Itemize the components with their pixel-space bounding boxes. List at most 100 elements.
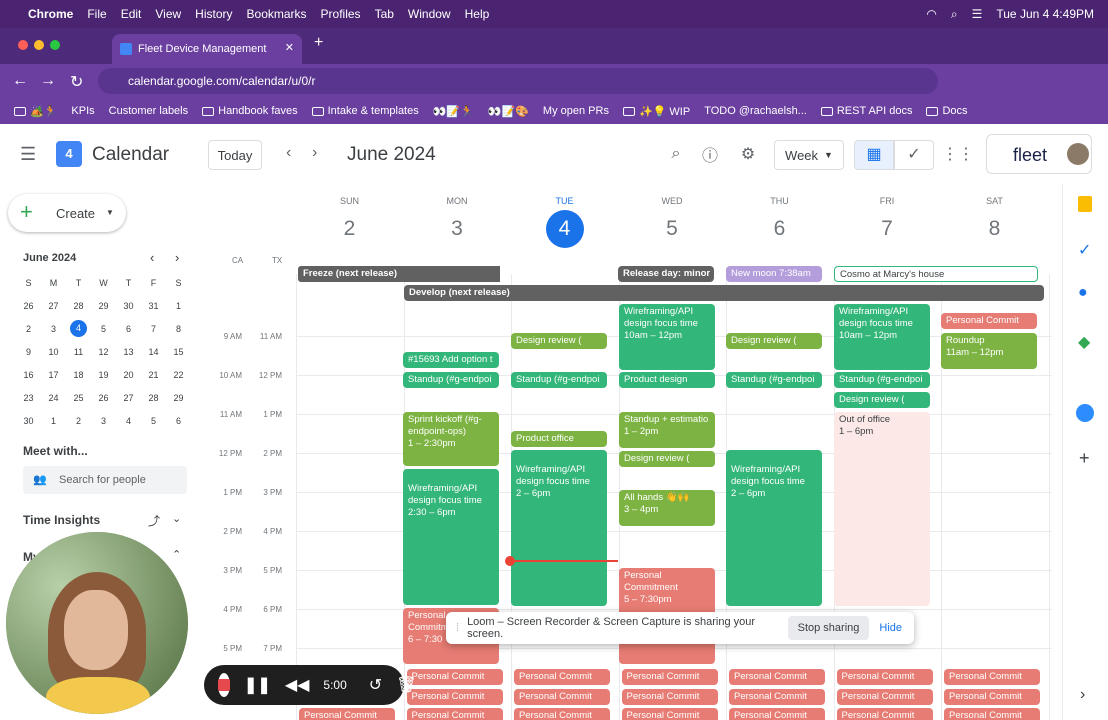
mini-day[interactable]: 7 <box>141 324 166 334</box>
mini-day[interactable]: 23 <box>16 393 41 403</box>
main-menu-icon[interactable]: ☰ <box>20 144 36 165</box>
event[interactable]: Personal Commit <box>514 689 610 705</box>
add-addon-icon[interactable]: + <box>1079 448 1090 469</box>
bookmark-item[interactable]: TODO @rachaelsh... <box>704 105 807 117</box>
window-minimize-button[interactable] <box>34 40 44 50</box>
view-select[interactable]: Week ▼ <box>774 140 844 170</box>
mini-day[interactable]: 15 <box>166 347 191 357</box>
event[interactable]: Design review ( <box>619 451 715 467</box>
keep-icon[interactable] <box>1078 196 1092 212</box>
day-header[interactable]: SUN 2 <box>296 184 403 248</box>
tab-close-icon[interactable]: ✕ <box>285 41 294 54</box>
allday-moon[interactable]: New moon 7:38am <box>726 266 822 282</box>
bookmark-item[interactable]: Intake & templates <box>311 105 419 117</box>
bookmark-item[interactable]: 🏕️🏃 <box>14 105 57 118</box>
day-header[interactable]: SAT 8 <box>941 184 1048 248</box>
bookmark-item[interactable]: Docs <box>926 105 968 117</box>
event[interactable]: Wireframing/API design focus time 2 – 6pm <box>726 450 822 606</box>
day-number[interactable]: 7 <box>868 210 906 248</box>
event[interactable]: Design review ( <box>726 333 822 349</box>
mini-day[interactable]: 6 <box>166 416 191 426</box>
mini-day[interactable]: 3 <box>41 324 66 334</box>
mini-day[interactable]: 25 <box>66 393 91 403</box>
tasks-icon[interactable]: ✓ <box>1078 240 1091 260</box>
bookmark-item[interactable]: REST API docs <box>820 105 912 117</box>
chevron-down-icon[interactable]: ⌄ <box>172 512 181 525</box>
menubar-datetime[interactable]: Tue Jun 4 4:49PM <box>996 7 1094 21</box>
new-tab-button[interactable]: + <box>314 34 323 52</box>
event[interactable]: Wireframing/API design focus time 10am – … <box>619 304 715 370</box>
day-number[interactable]: 2 <box>331 210 369 248</box>
mini-day[interactable]: 12 <box>91 347 116 357</box>
mini-day[interactable]: 5 <box>91 324 116 334</box>
trash-icon[interactable]: 🗑 <box>396 675 416 695</box>
mini-day[interactable]: 4 <box>70 320 87 337</box>
menu-tab[interactable]: Tab <box>375 7 394 21</box>
mini-day[interactable]: 17 <box>41 370 66 380</box>
menu-help[interactable]: Help <box>465 7 490 21</box>
mini-day[interactable]: 3 <box>91 416 116 426</box>
day-header[interactable]: TUE 4 <box>511 184 618 248</box>
bookmark-item[interactable]: ✨💡 WIP <box>622 105 690 118</box>
time-insights-heading[interactable]: Time Insights <box>23 513 100 527</box>
event[interactable]: Sprint kickoff (#g-endpoint-ops) 1 – 2:30… <box>403 412 499 466</box>
event[interactable]: Personal Commit <box>621 708 718 720</box>
mini-day[interactable]: 10 <box>41 347 66 357</box>
mini-day[interactable]: 27 <box>41 301 66 311</box>
event[interactable]: Personal Commit <box>836 689 933 705</box>
control-center-icon[interactable]: ☰ <box>972 7 983 21</box>
event[interactable]: All hands 👋🙌 3 – 4pm <box>619 490 715 526</box>
mini-day[interactable]: 13 <box>116 347 141 357</box>
mini-day[interactable]: 4 <box>116 416 141 426</box>
bookmark-item[interactable]: KPIs <box>71 105 94 117</box>
event[interactable]: Product office <box>511 431 607 447</box>
event[interactable]: Personal Commit <box>621 689 718 705</box>
mini-day[interactable]: 28 <box>141 393 166 403</box>
mini-day[interactable]: 28 <box>66 301 91 311</box>
mini-day[interactable]: 1 <box>166 301 191 311</box>
menu-history[interactable]: History <box>195 7 232 21</box>
mini-day[interactable]: 31 <box>141 301 166 311</box>
allday-develop[interactable]: Develop (next release) <box>404 285 1044 301</box>
event[interactable]: Standup + estimatio 1 – 2pm <box>619 412 715 448</box>
day-number[interactable]: 5 <box>653 210 691 248</box>
event[interactable]: Personal Commit <box>944 708 1040 720</box>
create-button[interactable]: + Create ▼ <box>8 194 126 232</box>
event[interactable]: Product design <box>619 372 715 388</box>
menu-bookmarks[interactable]: Bookmarks <box>247 7 307 21</box>
event[interactable]: Standup (#g-endpoi <box>403 372 499 388</box>
brand-box[interactable]: fleet <box>986 134 1092 174</box>
search-icon[interactable]: ⌕ <box>951 7 958 22</box>
event[interactable]: Personal Commit <box>406 669 503 685</box>
mini-day[interactable]: 1 <box>41 416 66 426</box>
rewind-icon[interactable]: ◀◀ <box>285 675 310 695</box>
hide-button[interactable]: Hide <box>879 622 902 634</box>
bookmark-item[interactable]: 👀📝🏃 <box>433 105 474 118</box>
event[interactable]: Personal Commit <box>514 669 610 685</box>
tab-active[interactable]: Fleet Device Management ✕ <box>112 34 302 64</box>
event[interactable]: Personal Commit <box>941 313 1037 329</box>
day-number[interactable]: 6 <box>761 210 799 248</box>
avatar[interactable] <box>1067 143 1089 165</box>
event[interactable]: Standup (#g-endpoi <box>834 372 930 388</box>
restart-icon[interactable]: ↺ <box>369 675 382 695</box>
bookmark-item[interactable]: 👀📝🎨 <box>488 105 529 118</box>
apps-grid-icon[interactable]: ⋮⋮ <box>942 140 974 168</box>
drag-handle-icon[interactable]: ⁞ <box>456 622 459 634</box>
mini-day[interactable]: 9 <box>16 347 41 357</box>
event[interactable]: Wireframing/API design focus time 10am – … <box>834 304 930 370</box>
calendar-view-toggle[interactable]: ▦ <box>854 140 894 170</box>
mini-day[interactable]: 16 <box>16 370 41 380</box>
maps-icon[interactable]: ◆ <box>1078 332 1090 352</box>
event[interactable]: Out of office 1 – 6pm <box>834 412 930 606</box>
menu-app-name[interactable]: Chrome <box>28 7 73 21</box>
event[interactable]: Personal Commit <box>621 669 718 685</box>
expand-panel-icon[interactable]: › <box>1080 686 1085 704</box>
forward-icon[interactable]: → <box>40 72 56 90</box>
event[interactable]: Design review ( <box>834 392 930 408</box>
event[interactable]: Design review ( <box>511 333 607 349</box>
bookmark-item[interactable]: Handbook faves <box>202 105 298 117</box>
stop-sharing-button[interactable]: Stop sharing <box>787 616 870 640</box>
zoom-icon[interactable] <box>1076 404 1094 422</box>
mini-day[interactable]: 26 <box>16 301 41 311</box>
